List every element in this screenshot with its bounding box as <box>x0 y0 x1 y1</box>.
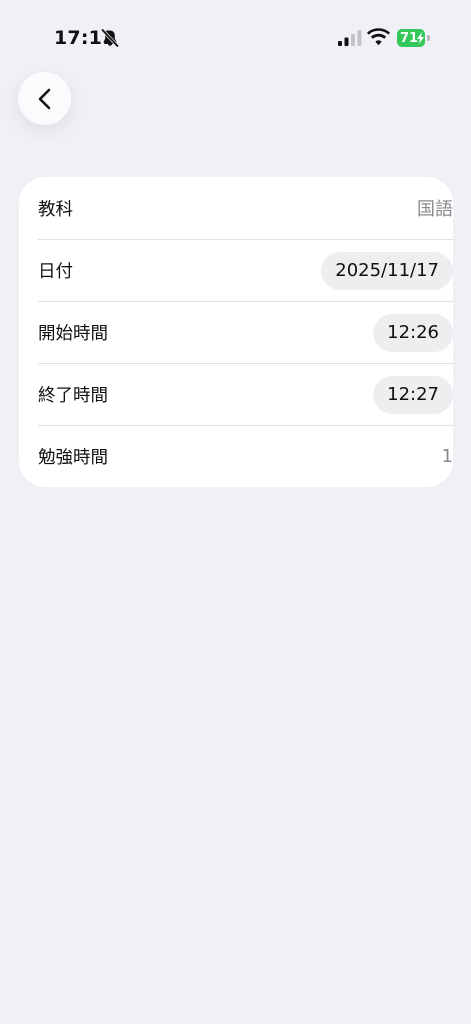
start-time-label: 開始時間 <box>38 324 108 344</box>
battery-cap <box>427 35 430 41</box>
wifi-icon <box>367 28 390 46</box>
battery-percentage: 71 <box>400 30 419 46</box>
bolt-icon <box>417 32 424 44</box>
subject-value[interactable]: 国語 <box>417 195 453 221</box>
date-label: 日付 <box>38 262 73 282</box>
status-bar: 17:11 71 <box>0 0 471 76</box>
study-record-card: 教科 国語 日付 2025/11/17 開始時間 12:26 終了時間 12:2… <box>19 177 453 487</box>
subject-row[interactable]: 教科 国語 <box>38 177 453 239</box>
study-duration-row: 勉強時間 1 <box>38 425 453 487</box>
study-duration-label: 勉強時間 <box>38 448 108 468</box>
end-time-label: 終了時間 <box>38 386 108 406</box>
back-button[interactable] <box>18 72 71 125</box>
study-duration-value: 1 <box>441 446 453 467</box>
date-picker[interactable]: 2025/11/17 <box>321 251 453 290</box>
end-time-picker[interactable]: 12:27 <box>373 375 453 414</box>
date-row: 日付 2025/11/17 <box>38 239 453 301</box>
subject-label: 教科 <box>38 199 73 220</box>
start-time-picker[interactable]: 12:26 <box>373 313 453 352</box>
bell-slash-icon <box>101 28 119 48</box>
cellular-signal-icon <box>338 30 362 46</box>
battery-charging-icon: 71 <box>397 29 430 47</box>
end-time-row: 終了時間 12:27 <box>38 363 453 425</box>
chevron-left-icon <box>38 88 50 109</box>
start-time-row: 開始時間 12:26 <box>38 301 453 363</box>
